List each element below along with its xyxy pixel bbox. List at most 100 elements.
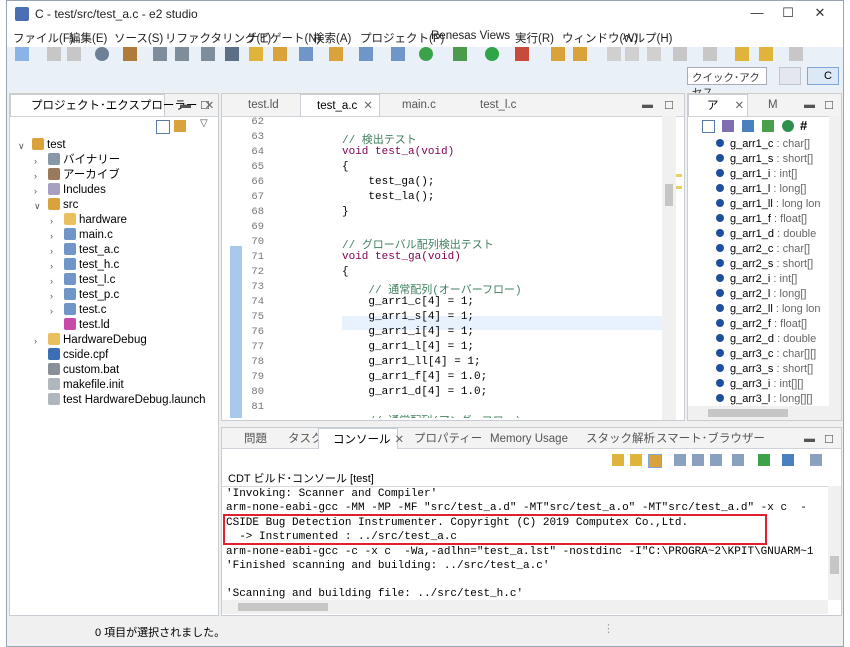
next-annotation-icon[interactable]: [673, 47, 687, 61]
binary-icon[interactable]: [175, 47, 189, 61]
tree-archives[interactable]: アーカイブ: [48, 168, 120, 183]
maximize-view-icon[interactable]: ☐: [824, 99, 834, 112]
menu-help[interactable]: ヘルプ(H): [622, 30, 672, 46]
outline-item[interactable]: g_arr3_l : long[][]: [716, 392, 813, 407]
pencil-icon[interactable]: [249, 47, 263, 61]
toggle-mark-icon[interactable]: [625, 47, 639, 61]
hide-fields-icon[interactable]: [742, 120, 754, 132]
expand-arrow-icon[interactable]: ›: [34, 156, 37, 166]
tree-test-c[interactable]: test.c: [64, 303, 106, 318]
hide-static-icon[interactable]: [762, 120, 774, 132]
hammer-build-icon[interactable]: [123, 47, 137, 61]
expand-arrow-icon[interactable]: ∨: [34, 201, 41, 212]
menu-renesas-views[interactable]: Renesas Views: [431, 30, 510, 42]
outline-item[interactable]: g_arr1_f : float[]: [716, 212, 807, 227]
new-c-project-icon[interactable]: [299, 47, 313, 61]
collapse-all-icon[interactable]: [702, 120, 715, 133]
outline-item[interactable]: g_arr3_s : short[]: [716, 362, 813, 377]
new-class-icon[interactable]: [419, 47, 433, 61]
minimize-view-icon[interactable]: ▬: [804, 99, 815, 111]
tree-cside-cpf[interactable]: cside.cpf: [48, 348, 108, 363]
scrollbar-thumb[interactable]: [708, 409, 788, 417]
menu-navigate[interactable]: ナビゲート(N): [247, 30, 320, 46]
outline-scrollbar[interactable]: [829, 116, 841, 406]
tree-makefile-init[interactable]: makefile.init: [48, 378, 124, 393]
code-line[interactable]: g_arr1_d[4] = 1.0;: [342, 386, 487, 398]
new-folder-icon[interactable]: [329, 47, 343, 61]
close-button[interactable]: ✕: [805, 5, 835, 25]
open-perspective-icon[interactable]: [779, 67, 801, 85]
outline-hscrollbar[interactable]: [688, 406, 841, 420]
expand-arrow-icon[interactable]: ›: [50, 291, 53, 301]
outline-item[interactable]: g_arr1_l : long[]: [716, 182, 806, 197]
tab-tasks[interactable]: タスク: [274, 428, 323, 450]
outline-item[interactable]: g_arr1_i : int[]: [716, 167, 797, 182]
tab-test-l-c[interactable]: test_l.c: [460, 94, 552, 116]
code-line[interactable]: g_arr1_c[4] = 1;: [342, 296, 474, 308]
maximize-view-icon[interactable]: ☐: [664, 99, 674, 112]
menu-search[interactable]: 検索(A): [313, 30, 351, 46]
outline-item[interactable]: g_arr2_d : double: [716, 332, 816, 347]
tab-problems[interactable]: 問題: [230, 428, 267, 450]
tree-hardware[interactable]: hardware: [64, 213, 127, 228]
code-line[interactable]: // グローバル配列検出テスト: [342, 236, 494, 252]
close-tab-icon[interactable]: ✕: [735, 100, 745, 112]
tree-includes[interactable]: Includes: [48, 183, 106, 198]
code-line[interactable]: g_arr1_ll[4] = 1;: [342, 356, 480, 368]
menu-file[interactable]: ファイル(F): [13, 30, 74, 46]
expand-arrow-icon[interactable]: ∨: [18, 141, 25, 152]
brush-icon[interactable]: [573, 47, 587, 61]
expand-arrow-icon[interactable]: ›: [34, 336, 37, 346]
code-line[interactable]: g_arr1_s[4] = 1;: [342, 311, 474, 323]
tree-binaries[interactable]: バイナリー: [48, 153, 120, 168]
outline-item[interactable]: g_arr2_l : long[]: [716, 287, 806, 302]
save-all-icon[interactable]: [67, 47, 81, 61]
open-type-icon[interactable]: [551, 47, 565, 61]
forward-arrow-icon[interactable]: [789, 47, 803, 61]
outline-item[interactable]: g_arr2_s : short[]: [716, 257, 813, 272]
tree-test-l-c[interactable]: test_l.c: [64, 273, 115, 288]
back-arrow-icon[interactable]: [759, 47, 773, 61]
console-scrollbar[interactable]: [828, 486, 841, 600]
code-line[interactable]: g_arr1_i[4] = 1;: [342, 326, 474, 338]
tree-hardware-debug[interactable]: HardwareDebug: [48, 333, 147, 348]
external-tools-icon[interactable]: [515, 47, 529, 61]
quick-access-input[interactable]: クイック･アクセス: [687, 67, 767, 99]
clear-console-icon[interactable]: [732, 454, 744, 466]
code-line[interactable]: void test_a(void): [342, 146, 454, 158]
code-line[interactable]: g_arr1_f[4] = 1.0;: [342, 371, 487, 383]
outline-item[interactable]: g_arr1_s : short[]: [716, 152, 813, 167]
close-tab-icon[interactable]: ✕: [363, 100, 373, 112]
expand-arrow-icon[interactable]: ›: [50, 231, 53, 241]
outline-item[interactable]: g_arr3_i : int[][]: [716, 377, 803, 392]
code-line[interactable]: {: [342, 266, 349, 278]
outline-item[interactable]: g_arr2_ll : long lon: [716, 302, 821, 317]
collapse-all-icon[interactable]: [156, 120, 170, 134]
code-line[interactable]: {: [342, 161, 349, 173]
scrollbar-thumb[interactable]: [665, 184, 673, 206]
view-menu-icon[interactable]: ▽: [200, 118, 208, 129]
scroll-lock-icon[interactable]: [612, 454, 624, 466]
tab-console[interactable]: コンソール ✕: [318, 428, 404, 449]
code-line[interactable]: g_arr1_l[4] = 1;: [342, 341, 474, 353]
debug-config-icon[interactable]: [153, 47, 167, 61]
tree-project-test[interactable]: test: [32, 138, 66, 153]
save-icon[interactable]: [47, 47, 61, 61]
editor-scrollbar[interactable]: [662, 116, 676, 420]
tree-test-p-c[interactable]: test_p.c: [64, 288, 119, 303]
pin-disabled-icon[interactable]: [647, 47, 661, 61]
previous-icon[interactable]: [630, 454, 642, 466]
tab-memory-usage[interactable]: Memory Usage: [474, 428, 568, 450]
tree-test-a-c[interactable]: test_a.c: [64, 243, 119, 258]
new-console-icon[interactable]: [810, 454, 822, 466]
minimize-view-icon[interactable]: ▬: [642, 99, 653, 111]
scrollbar-thumb[interactable]: [830, 556, 839, 574]
display-selected-console-icon[interactable]: [782, 454, 794, 466]
tree-main-c[interactable]: main.c: [64, 228, 113, 243]
maximize-view-icon[interactable]: ☐: [200, 99, 210, 112]
minimize-view-icon[interactable]: ▬: [180, 99, 191, 111]
code-line[interactable]: void test_ga(void): [342, 251, 461, 263]
outline-item[interactable]: g_arr3_c : char[][]: [716, 347, 816, 362]
debug-icon[interactable]: [453, 47, 467, 61]
new-icon[interactable]: [15, 47, 29, 61]
